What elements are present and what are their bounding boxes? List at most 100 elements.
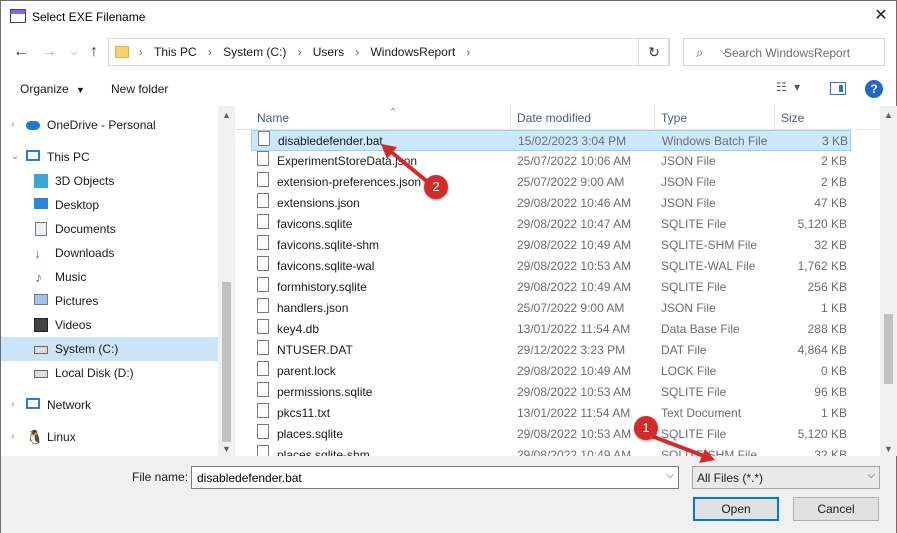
file-name-cell: favicons.sqlite-shm: [277, 238, 380, 252]
file-list-scrollbar[interactable]: ▲ ▼: [880, 106, 897, 456]
breadcrumb-item[interactable]: Users: [313, 39, 344, 65]
date-cell: 25/07/2022 9:00 AM: [517, 301, 625, 315]
date-cell: 29/08/2022 10:49 AM: [517, 364, 632, 378]
nav-item-videos[interactable]: Videos: [1, 313, 219, 337]
file-name-cell: formhistory.sqlite: [277, 280, 367, 294]
breadcrumb-chevron[interactable]: ›: [355, 40, 359, 66]
table-row[interactable]: favicons.sqlite 29/08/2022 10:47 AM SQLITE…: [251, 214, 851, 235]
size-cell: 32 KB: [814, 448, 847, 456]
nav-item-3d-objects[interactable]: 3D Objects: [1, 169, 219, 193]
breadcrumb-item[interactable]: WindowsReport: [370, 39, 455, 65]
file-name-field[interactable]: disabledefender.bat ⌵: [191, 466, 679, 489]
nav-item-documents[interactable]: Documents: [1, 217, 219, 241]
table-row[interactable]: extensions.json 29/08/2022 10:46 AM JSON F…: [251, 193, 851, 214]
table-row[interactable]: permissions.sqlite 29/08/2022 10:53 AM SQL…: [251, 382, 851, 403]
table-row[interactable]: formhistory.sqlite 29/08/2022 10:49 AM SQL…: [251, 277, 851, 298]
cloud-icon: [26, 121, 40, 130]
file-icon: [257, 403, 269, 418]
video-icon: [34, 318, 48, 332]
annotation-badge-1: 1: [634, 416, 658, 440]
nav-item-system-c[interactable]: System (C:): [1, 337, 219, 361]
breadcrumb-chevron[interactable]: ›: [298, 40, 302, 66]
column-header-size[interactable]: Size: [775, 106, 865, 130]
table-row[interactable]: pkcs11.txt 13/01/2022 11:54 AM Text Docume…: [251, 403, 851, 424]
scroll-down-icon[interactable]: ▼: [884, 444, 893, 454]
table-row[interactable]: ExperimentStoreData.json 25/07/2022 10:06…: [251, 151, 851, 172]
nav-item-this-pc[interactable]: ⌄ This PC: [1, 145, 219, 169]
arrow-left-icon[interactable]: ←: [12, 42, 30, 62]
nav-item-network[interactable]: › Network: [1, 393, 219, 417]
date-cell: 29/08/2022 10:53 AM: [517, 385, 632, 399]
type-cell: SQLITE File: [661, 427, 727, 441]
nav-item-music[interactable]: ♪ Music: [1, 265, 219, 289]
file-dialog-window: Select EXE Filename ✕ ← → ⌵ ↑ › This PC …: [0, 0, 897, 533]
chevron-right-icon[interactable]: ›: [11, 425, 14, 449]
chevron-down-icon[interactable]: ⌵: [666, 470, 674, 481]
nav-item-onedrive[interactable]: › OneDrive - Personal: [1, 113, 219, 137]
breadcrumb-item[interactable]: System (C:): [223, 39, 286, 65]
arrow-up-icon[interactable]: ↑: [85, 42, 103, 62]
table-row[interactable]: handlers.json 25/07/2022 9:00 AM JSON File…: [251, 298, 851, 319]
file-name-cell: permissions.sqlite: [277, 385, 373, 399]
new-folder-button[interactable]: New folder: [111, 82, 168, 96]
table-row[interactable]: NTUSER.DAT 29/12/2022 3:23 PM DAT File 4,86…: [251, 340, 851, 361]
file-name-cell: places.sqlite-shm: [277, 448, 370, 456]
column-header-type[interactable]: Type: [655, 106, 775, 130]
scroll-up-icon[interactable]: ▲: [884, 110, 893, 120]
table-row[interactable]: disabledefender.bat 15/02/2023 3:04 PM Win…: [251, 130, 851, 151]
table-row[interactable]: favicons.sqlite-wal 29/08/2022 10:53 AM SQ…: [251, 256, 851, 277]
breadcrumb-chevron[interactable]: ›: [139, 40, 143, 66]
table-row[interactable]: key4.db 13/01/2022 11:54 AM Data Base File…: [251, 319, 851, 340]
view-options-icon[interactable]: ☷ ▾: [776, 80, 802, 94]
scroll-down-icon[interactable]: ▼: [222, 444, 231, 454]
file-name-cell: places.sqlite: [277, 427, 344, 441]
table-row[interactable]: places.sqlite-shm 29/08/2022 10:49 AM SQLI…: [251, 445, 851, 456]
search-input[interactable]: ⌕ Search WindowsReport: [683, 38, 885, 66]
chevron-right-icon[interactable]: ›: [11, 113, 14, 137]
nav-item-downloads[interactable]: ↓ Downloads: [1, 241, 219, 265]
arrow-right-icon[interactable]: →: [40, 42, 58, 62]
file-name-cell: key4.db: [277, 322, 320, 336]
breadcrumb-item[interactable]: This PC: [154, 39, 197, 65]
music-icon: ♪: [35, 269, 42, 285]
chevron-right-icon[interactable]: ›: [11, 393, 14, 417]
nav-label: Music: [55, 270, 87, 284]
table-row[interactable]: places.sqlite 29/08/2022 10:53 AM SQLITE F…: [251, 424, 851, 445]
help-icon[interactable]: ?: [865, 80, 883, 98]
file-name-cell: extension-preferences.json: [277, 175, 422, 189]
file-icon: [257, 424, 269, 439]
scroll-up-icon[interactable]: ▲: [222, 110, 231, 120]
type-cell: JSON File: [661, 154, 716, 168]
table-row[interactable]: parent.lock 29/08/2022 10:49 AM LOCK File 0…: [251, 361, 851, 382]
file-icon: [257, 256, 269, 271]
cancel-button[interactable]: Cancel: [793, 497, 879, 521]
column-header-name[interactable]: ^ Name: [251, 106, 511, 130]
scroll-thumb[interactable]: [222, 282, 231, 442]
file-icon: [257, 151, 269, 166]
table-row[interactable]: favicons.sqlite-shm 29/08/2022 10:49 AM SQ…: [251, 235, 851, 256]
preview-pane-icon[interactable]: [830, 82, 846, 95]
file-type-filter[interactable]: All Files (*.*) ⌵: [692, 466, 880, 489]
refresh-icon[interactable]: ↻: [638, 38, 670, 66]
organize-button[interactable]: Organize ▼: [20, 82, 85, 96]
scroll-thumb[interactable]: [884, 314, 893, 384]
nav-item-desktop[interactable]: Desktop: [1, 193, 219, 217]
file-icon: [257, 235, 269, 250]
column-header-date[interactable]: Date modified: [511, 106, 655, 130]
file-icon: [257, 298, 269, 313]
size-cell: 0 KB: [820, 364, 847, 378]
address-box[interactable]: › This PC › System (C:) › Users › Window…: [108, 38, 728, 66]
nav-item-pictures[interactable]: Pictures: [1, 289, 219, 313]
date-cell: 13/01/2022 11:54 AM: [517, 322, 631, 336]
table-row[interactable]: extension-preferences.json 25/07/2022 9:0…: [251, 172, 851, 193]
chevron-down-icon[interactable]: ⌵: [65, 42, 83, 62]
nav-item-local-disk-d[interactable]: Local Disk (D:): [1, 361, 219, 385]
chevron-down-icon[interactable]: ⌄: [11, 145, 19, 169]
open-button[interactable]: Open: [693, 497, 779, 521]
date-cell: 29/08/2022 10:53 AM: [517, 259, 632, 273]
breadcrumb-chevron[interactable]: ›: [467, 40, 471, 66]
nav-item-linux[interactable]: › 🐧 Linux: [1, 425, 219, 449]
breadcrumb-chevron[interactable]: ›: [208, 40, 212, 66]
close-icon[interactable]: ✕: [867, 5, 895, 27]
nav-scrollbar[interactable]: ▲ ▼: [218, 106, 235, 456]
